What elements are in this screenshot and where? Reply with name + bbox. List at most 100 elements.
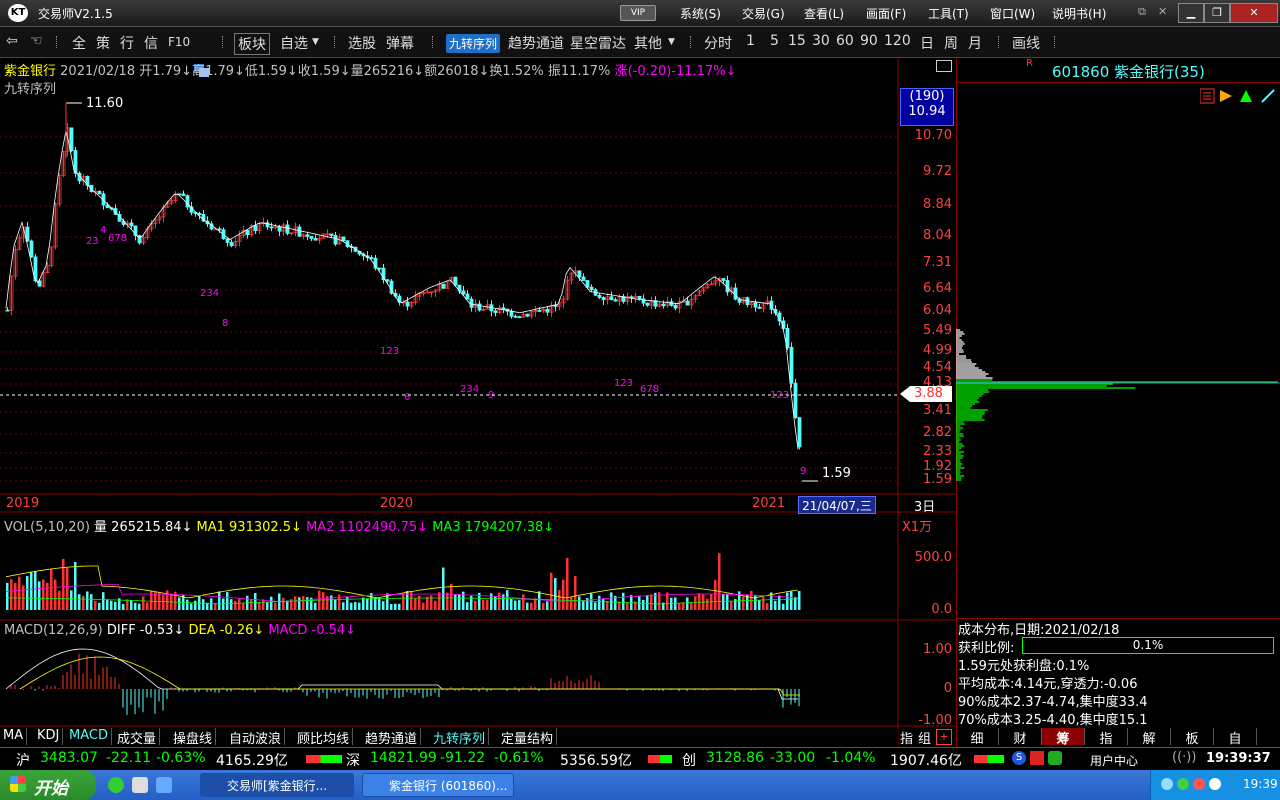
toolbar-sector[interactable]: 板块 <box>234 33 270 55</box>
tray-icon[interactable] <box>1177 778 1189 790</box>
indicator-tab[interactable]: 九转序列 <box>430 728 490 747</box>
maximize-button[interactable]: ❐ <box>1204 3 1230 23</box>
candle-body <box>453 276 458 286</box>
hand-icon[interactable]: ☜ <box>30 33 43 49</box>
indicator-tab[interactable]: MACD <box>66 728 112 745</box>
chevron-down-icon[interactable]: ▼ <box>312 37 319 47</box>
menu-tools[interactable]: 工具(T) <box>928 5 969 22</box>
toolbar-danmaku[interactable]: 弹幕 <box>386 33 414 53</box>
chart-area[interactable]: 23 4 678 234 8 123 6 234 9 123 678 123 9 紫金银行 2021/0… <box>0 58 957 748</box>
period-5[interactable]: 5 <box>770 33 779 49</box>
toolbar-all[interactable]: 全 <box>72 33 86 53</box>
period-60[interactable]: 60 <box>836 33 854 49</box>
explorer-icon[interactable] <box>132 777 148 793</box>
toolbar-other[interactable]: 其他 <box>634 33 662 53</box>
macd-title: MACD(12,26,9) <box>4 623 103 638</box>
candle-body <box>469 298 474 308</box>
right-panel-tab[interactable]: 解 <box>1128 728 1171 747</box>
alert-icon[interactable] <box>1030 751 1044 765</box>
period-1[interactable]: 1 <box>746 33 755 49</box>
menu-window[interactable]: 窗口(W) <box>990 5 1035 22</box>
tab-group[interactable]: 组 <box>918 728 931 747</box>
period-90[interactable]: 90 <box>860 33 878 49</box>
restore-small-icon[interactable]: ⧉ <box>1138 5 1146 19</box>
indicator-tab[interactable]: 操盘线 <box>170 728 217 747</box>
right-panel-tab[interactable]: 筹 <box>1042 728 1085 747</box>
toolbar-star-radar[interactable]: 星空雷达 <box>570 33 626 53</box>
menu-screen[interactable]: 画面(F) <box>866 5 906 22</box>
back-icon[interactable]: ⇦ <box>6 33 18 49</box>
s-icon[interactable]: S <box>1012 751 1026 765</box>
start-button[interactable]: 开始 <box>0 770 96 800</box>
tab-index[interactable]: 指 <box>900 728 913 747</box>
right-panel-tab[interactable]: 财 <box>999 728 1042 747</box>
right-panel-tab[interactable]: 细 <box>956 728 999 747</box>
indicator-tab[interactable]: 成交量 <box>114 728 161 747</box>
candle-body <box>73 150 78 174</box>
candle-body <box>753 302 758 308</box>
toolbar-nine-turn[interactable]: 九转序列 <box>446 34 501 53</box>
toolbar-trend-channel[interactable]: 趋势通道 <box>508 33 564 53</box>
chart-canvas[interactable]: 2346782348123623491236781239 <box>0 58 956 748</box>
profit-ratio-bar: 0.1% <box>1022 637 1274 654</box>
volume-bar <box>594 602 597 610</box>
menu-view[interactable]: 查看(L) <box>804 5 844 22</box>
period-week[interactable]: 周 <box>944 33 958 53</box>
chevron-down-icon[interactable]: ▼ <box>668 37 675 47</box>
close-small-icon[interactable]: ✕ <box>1158 5 1167 18</box>
volume-bar <box>78 594 81 610</box>
volume-bar <box>598 595 601 610</box>
refresh-icon[interactable] <box>1048 751 1062 765</box>
period-timeshare[interactable]: 分时 <box>704 33 732 53</box>
toolbar-market[interactable]: 行 <box>120 33 134 53</box>
period-month[interactable]: 月 <box>968 33 982 53</box>
volume-value: 量265216↓ <box>350 64 425 79</box>
panel-toggle-icon[interactable] <box>936 60 952 72</box>
candle-body <box>789 346 794 384</box>
menu-manual[interactable]: 说明书(H) <box>1052 5 1106 22</box>
toolbar-draw[interactable]: 画线 <box>1012 33 1040 53</box>
volume-bar <box>338 594 341 610</box>
volume-bar <box>258 602 261 610</box>
period-120[interactable]: 120 <box>884 33 911 49</box>
close-button[interactable]: ✕ <box>1230 3 1278 23</box>
high-price-label: 11.60 <box>86 96 124 111</box>
toolbar-info[interactable]: 信 <box>144 33 158 53</box>
menu-trade[interactable]: 交易(G) <box>742 5 785 22</box>
chip-tools[interactable] <box>1199 88 1280 108</box>
indicator-tab[interactable]: 自动波浪 <box>226 728 286 747</box>
vip-badge[interactable]: VIP <box>620 5 656 21</box>
indicator-tab[interactable]: KDJ <box>34 728 64 745</box>
add-icon[interactable]: + <box>936 729 952 745</box>
indicator-tab[interactable]: 顾比均线 <box>294 728 354 747</box>
taskbar-item-jiaoyishi[interactable]: 交易师[紫金银行... <box>200 773 354 797</box>
indicator-tab[interactable]: MA <box>0 728 28 745</box>
tray-icon[interactable] <box>1193 778 1205 790</box>
toolbar-stock-picker[interactable]: 选股 <box>348 33 376 53</box>
toolbar-f10[interactable]: F10 <box>168 35 190 49</box>
candle-body <box>333 235 338 245</box>
menu-system[interactable]: 系统(S) <box>680 5 721 22</box>
candle-body <box>629 296 634 299</box>
indicator-tab[interactable]: 定量结构 <box>498 728 558 747</box>
taskbar-item-zijin[interactable]: 紫金银行 (601860)... <box>362 773 514 797</box>
volume-icon[interactable] <box>1209 778 1221 790</box>
user-center-link[interactable]: 用户中心 <box>1090 752 1138 769</box>
indicator-tabs: MA KDJ MACD 成交量 操盘线 自动波浪 顾比均线 趋势通道 九转序列 定量结构 <box>0 728 898 747</box>
period-30[interactable]: 30 <box>812 33 830 49</box>
volume-bar <box>270 596 273 610</box>
browser-icon[interactable] <box>108 777 124 793</box>
cy-pct: -1.04% <box>826 750 876 766</box>
indicator-tab[interactable]: 趋势通道 <box>362 728 422 747</box>
toolbar-strategy[interactable]: 策 <box>96 33 110 53</box>
minimize-button[interactable]: ▁ <box>1178 3 1204 23</box>
right-panel-tab[interactable]: 指 <box>1085 728 1128 747</box>
app-icon[interactable] <box>156 777 172 793</box>
tray-icon[interactable] <box>1161 778 1173 790</box>
right-panel-tab[interactable]: 板 <box>1171 728 1214 747</box>
right-panel-tab[interactable]: 自 <box>1214 728 1257 747</box>
candle-body <box>277 226 282 232</box>
period-day[interactable]: 日 <box>920 33 934 53</box>
period-15[interactable]: 15 <box>788 33 806 49</box>
toolbar-watchlist[interactable]: 自选 <box>280 33 308 53</box>
